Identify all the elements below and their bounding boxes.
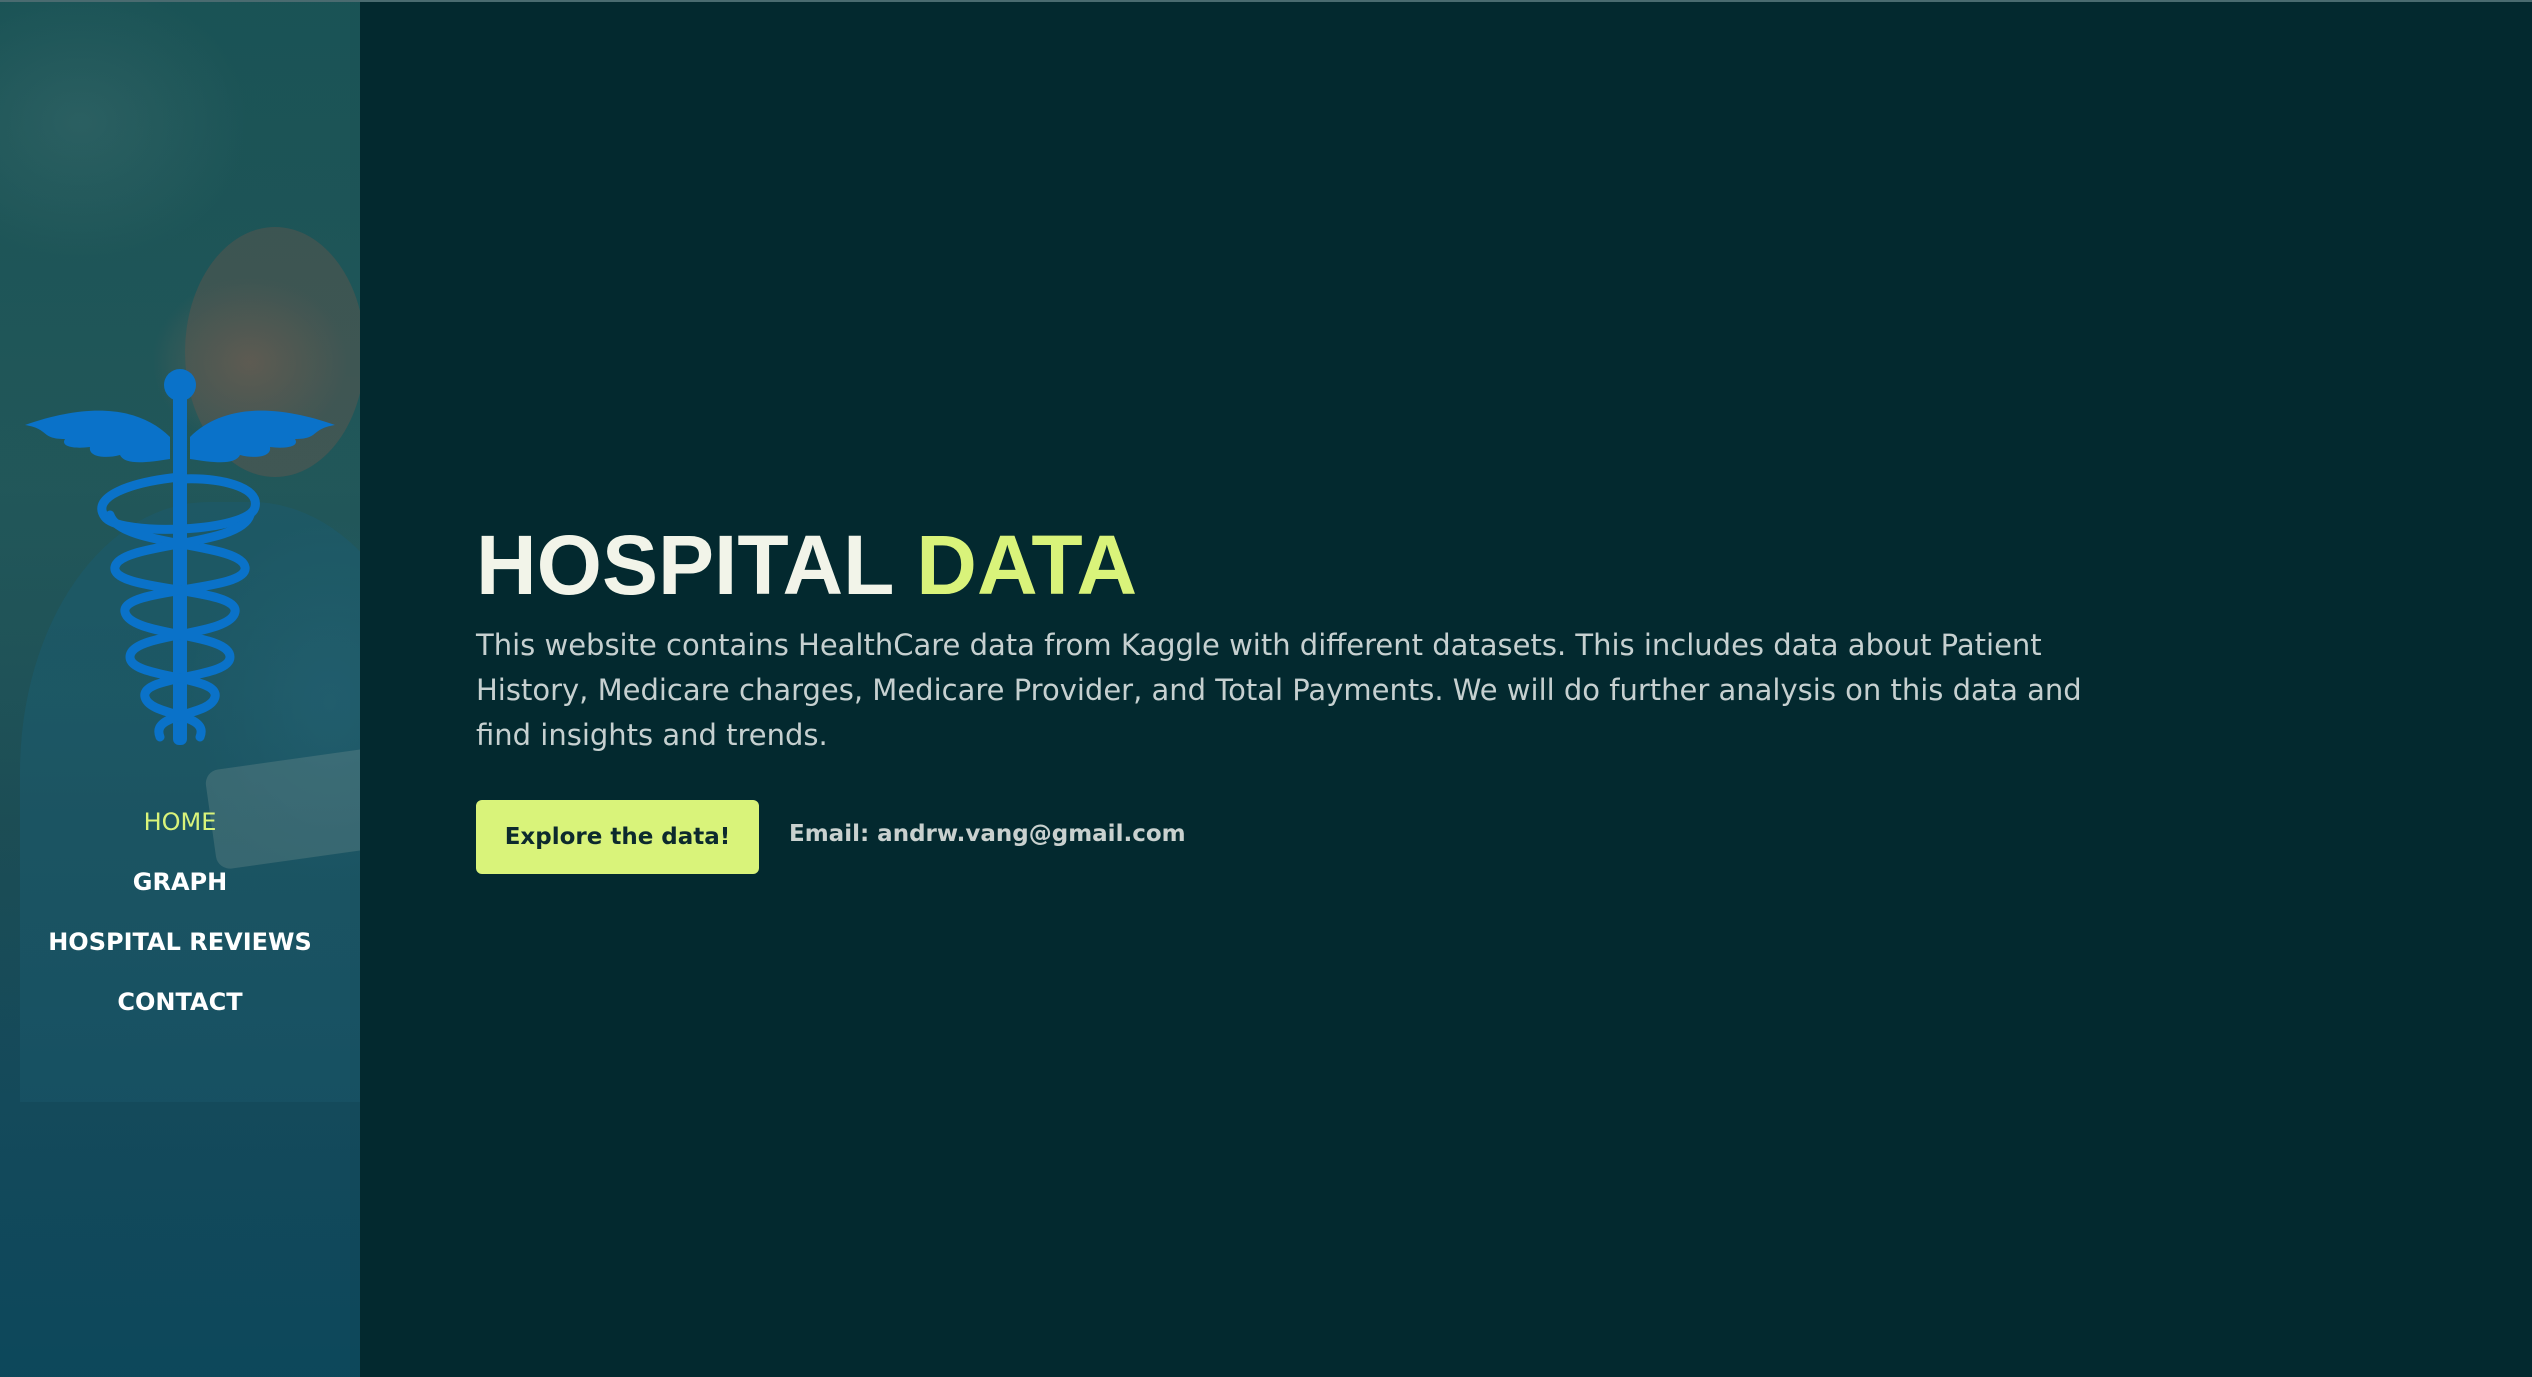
title-accent: DATA (916, 518, 1138, 612)
caduceus-icon (25, 369, 335, 745)
nav-item-home: HOME (0, 802, 360, 862)
nav-link-hospital-reviews[interactable]: HOSPITAL REVIEWS (48, 928, 312, 956)
nav-link-contact[interactable]: CONTACT (117, 988, 242, 1016)
nav-item-hospital-reviews: HOSPITAL REVIEWS (0, 922, 360, 982)
hero-section: HOSPITAL DATA This website contains Heal… (476, 515, 2096, 874)
hero-actions: Explore the data! Email: andrw.vang@gmai… (476, 800, 2096, 874)
explore-data-button[interactable]: Explore the data! (476, 800, 759, 874)
nav-link-graph[interactable]: GRAPH (133, 868, 227, 896)
title-main: HOSPITAL (476, 518, 893, 612)
sidebar: HOME GRAPH HOSPITAL REVIEWS CONTACT (0, 2, 360, 1377)
sidebar-nav: HOME GRAPH HOSPITAL REVIEWS CONTACT (0, 802, 360, 1042)
hero-description: This website contains HealthCare data fr… (476, 628, 2082, 752)
top-border (0, 0, 2532, 2)
nav-item-graph: GRAPH (0, 862, 360, 922)
page-title: HOSPITAL DATA (476, 515, 2096, 615)
nav-link-home[interactable]: HOME (144, 808, 217, 836)
nav-item-contact: CONTACT (0, 982, 360, 1042)
contact-email: Email: andrw.vang@gmail.com (789, 821, 1186, 847)
